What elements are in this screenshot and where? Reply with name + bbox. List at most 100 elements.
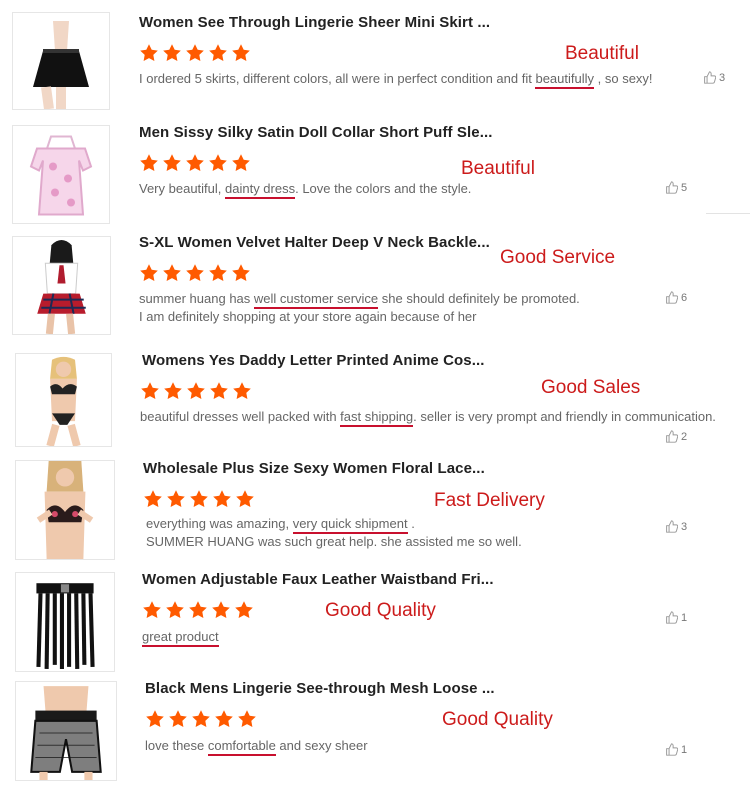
review-text-before: I ordered 5 skirts, different colors, al… — [139, 71, 536, 86]
star-rating — [139, 43, 251, 63]
star-rating — [143, 489, 255, 509]
review-text-before: summer huang has — [139, 291, 254, 306]
product-title[interactable]: Men Sissy Silky Satin Doll Collar Short … — [139, 124, 493, 141]
product-thumbnail[interactable] — [15, 460, 115, 560]
review-text: I ordered 5 skirts, different colors, al… — [139, 70, 653, 89]
review-tag: Good Sales — [541, 377, 641, 398]
review-text: beautiful dresses well packed with fast … — [140, 408, 716, 427]
review-tag: Good Service — [500, 247, 616, 268]
floral-lace-bra-icon — [36, 461, 94, 559]
thumbs-up-icon — [666, 181, 678, 194]
thumbs-up-icon — [666, 520, 678, 533]
star-icon — [140, 264, 158, 281]
like-button[interactable]: 5 — [665, 181, 687, 194]
product-thumbnail[interactable] — [12, 125, 110, 224]
star-rating — [142, 600, 254, 620]
review-text: I am definitely shopping at your store a… — [139, 308, 477, 326]
review-text: love these comfortable and sexy sheer — [145, 737, 368, 756]
review-text-highlight: comfortable — [207, 738, 276, 756]
like-count: 1 — [681, 611, 688, 624]
review-text: Very beautiful, dainty dress. Love the c… — [139, 180, 472, 199]
thumbs-up-icon — [704, 71, 716, 84]
star-icon — [143, 601, 161, 618]
star-icon — [186, 154, 204, 171]
product-title[interactable]: Women See Through Lingerie Sheer Mini Sk… — [139, 14, 490, 31]
star-icon — [212, 601, 230, 618]
like-button[interactable]: 1 — [665, 743, 687, 756]
star-icon — [236, 490, 254, 507]
product-title[interactable]: Black Mens Lingerie See-through Mesh Loo… — [145, 680, 495, 697]
star-icon — [144, 490, 162, 507]
star-icon — [163, 264, 181, 281]
review-text: great product — [142, 628, 219, 647]
like-count: 3 — [719, 71, 726, 84]
product-thumbnail[interactable] — [15, 572, 115, 672]
star-icon — [213, 490, 231, 507]
review-text-before: SUMMER HUANG was such great help. she as… — [146, 534, 522, 549]
product-thumbnail[interactable] — [15, 681, 117, 781]
star-rating — [145, 709, 257, 729]
review-text-highlight: dainty dress — [225, 181, 296, 199]
review-text: summer huang has well customer service s… — [139, 290, 580, 309]
star-icon — [192, 710, 210, 727]
star-icon — [169, 710, 187, 727]
star-icon — [166, 601, 184, 618]
schoolgirl-costume-icon — [37, 240, 86, 334]
like-button[interactable]: 1 — [665, 611, 687, 624]
product-title[interactable]: Wholesale Plus Size Sexy Women Floral La… — [143, 460, 485, 477]
product-thumbnail[interactable] — [15, 353, 112, 447]
like-button[interactable]: 3 — [703, 71, 725, 84]
star-icon — [209, 44, 227, 61]
star-rating — [140, 381, 252, 401]
review-text-after: and sexy sheer — [275, 738, 368, 753]
star-icon — [164, 382, 182, 399]
star-rating — [139, 153, 251, 173]
review-text: everything was amazing, very quick shipm… — [146, 515, 415, 534]
product-thumbnail[interactable] — [12, 12, 110, 110]
like-button[interactable]: 2 — [665, 430, 687, 443]
star-icon — [141, 382, 159, 399]
review-text-before: everything was amazing, — [146, 516, 293, 531]
like-count: 3 — [681, 520, 688, 533]
review-text-after: . seller is very prompt and friendly in … — [413, 409, 716, 424]
product-title[interactable]: S-XL Women Velvet Halter Deep V Neck Bac… — [139, 234, 490, 251]
thumbs-up-icon — [666, 430, 678, 443]
pink-satin-dress-icon — [29, 135, 93, 216]
like-count: 6 — [681, 291, 688, 304]
thumbs-up-icon — [666, 743, 678, 756]
like-count: 1 — [681, 743, 688, 756]
star-icon — [163, 154, 181, 171]
like-button[interactable]: 3 — [665, 520, 687, 533]
star-icon — [167, 490, 185, 507]
review-tag: Beautiful — [565, 43, 639, 64]
black-mini-skirt-icon — [33, 21, 89, 109]
review-text-after: . Love the colors and the style. — [295, 181, 472, 196]
product-title[interactable]: Womens Yes Daddy Letter Printed Anime Co… — [142, 352, 485, 369]
review-text-after: she should definitely be promoted. — [378, 291, 580, 306]
product-title[interactable]: Women Adjustable Faux Leather Waistband … — [142, 571, 494, 588]
star-icon — [189, 601, 207, 618]
star-icon — [209, 264, 227, 281]
review-text-before: I am definitely shopping at your store a… — [139, 309, 477, 324]
review-tag: Good Quality — [442, 709, 553, 730]
review-text-highlight: beautifully — [535, 71, 595, 89]
star-icon — [232, 264, 250, 281]
star-icon — [140, 154, 158, 171]
review-text-before: beautiful dresses well packed with — [140, 409, 341, 424]
review-text-before: Very beautiful, — [139, 181, 225, 196]
like-button[interactable]: 6 — [665, 291, 687, 304]
review-tag: Fast Delivery — [434, 490, 545, 511]
star-icon — [210, 382, 228, 399]
review-text-highlight: very quick shipment — [292, 516, 408, 534]
star-icon — [232, 44, 250, 61]
product-thumbnail[interactable] — [12, 236, 111, 335]
review-text-before: love these — [145, 738, 208, 753]
star-icon — [209, 154, 227, 171]
thumbs-up-icon — [666, 291, 678, 304]
star-icon — [163, 44, 181, 61]
review-text-highlight: well customer service — [253, 291, 379, 309]
star-icon — [215, 710, 233, 727]
review-text-highlight: great product — [142, 629, 219, 647]
star-icon — [232, 154, 250, 171]
star-icon — [190, 490, 208, 507]
